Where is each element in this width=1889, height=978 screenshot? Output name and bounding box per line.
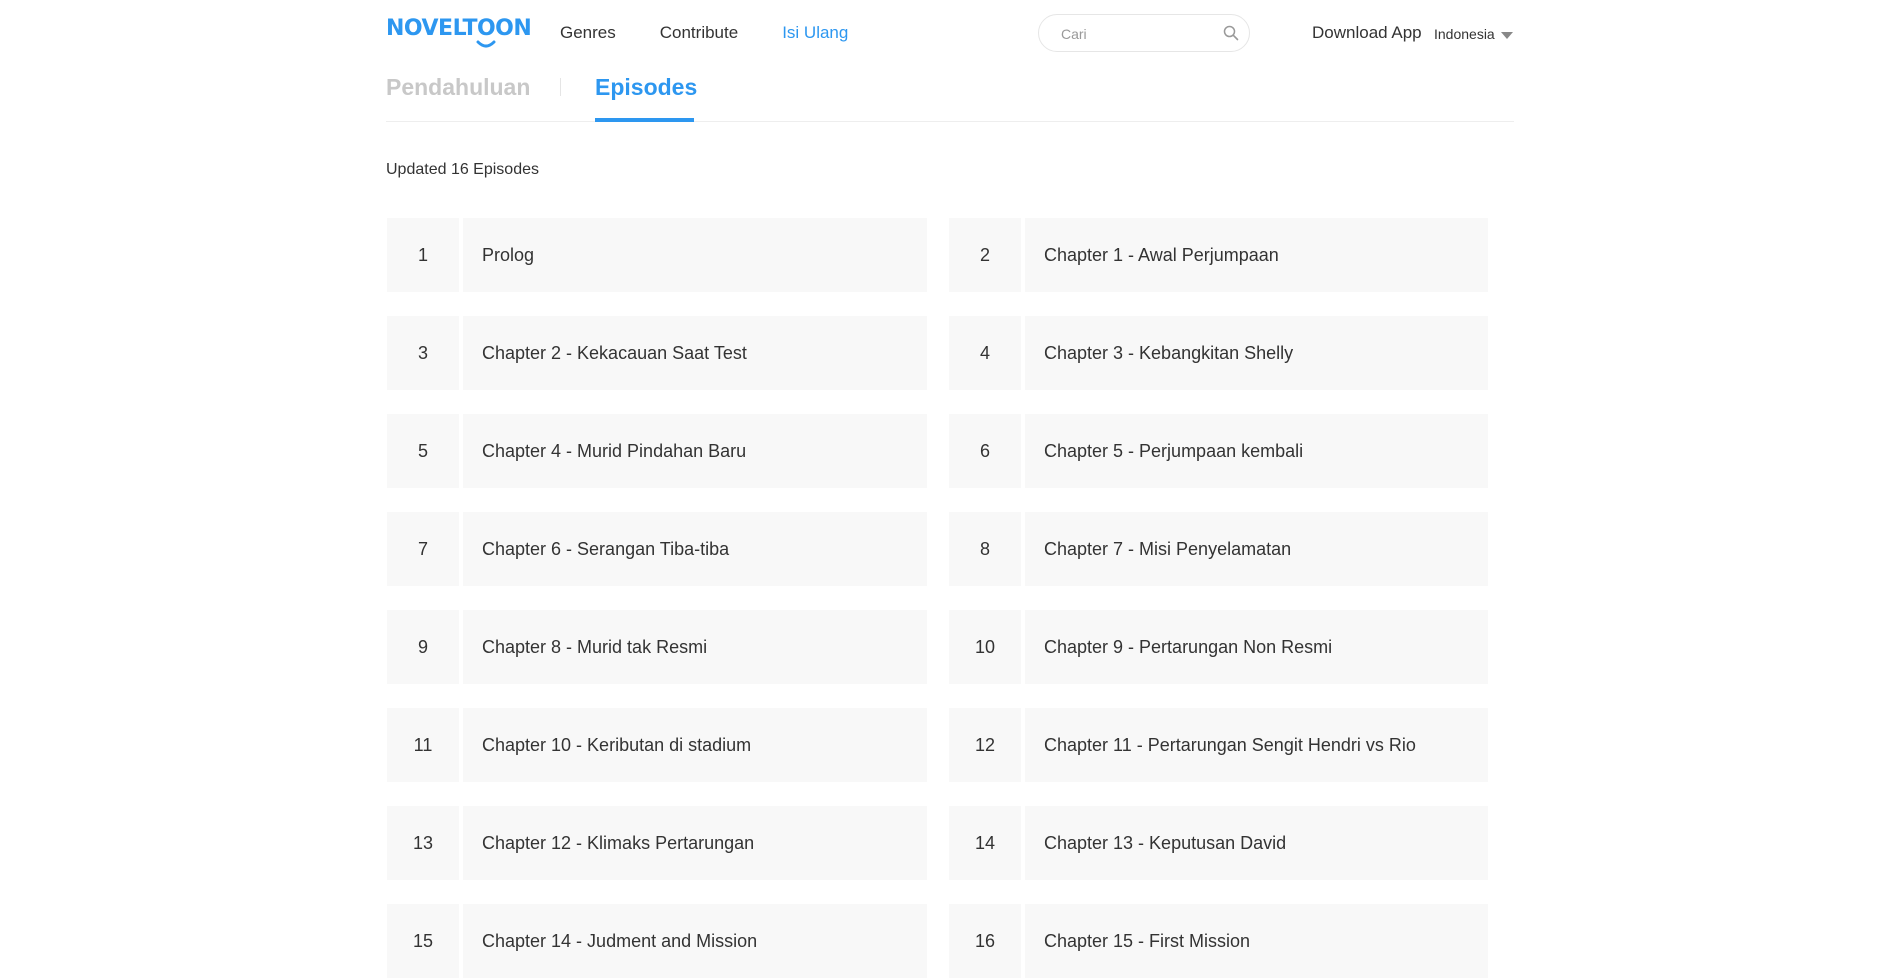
page-container: NOVELTOON Genres Contribute Isi Ulang Do… xyxy=(386,0,1514,978)
episode-item[interactable]: 9 Chapter 8 - Murid tak Resmi xyxy=(387,610,927,684)
nav-contribute[interactable]: Contribute xyxy=(660,22,738,44)
tab-pendahuluan[interactable]: Pendahuluan xyxy=(386,72,530,102)
episode-item[interactable]: 12 Chapter 11 - Pertarungan Sengit Hendri… xyxy=(949,708,1488,782)
episode-number: 13 xyxy=(387,806,459,880)
tab-divider xyxy=(560,78,561,96)
episode-title: Chapter 8 - Murid tak Resmi xyxy=(463,610,927,684)
logo-smile-icon xyxy=(476,40,496,48)
episode-title: Chapter 10 - Keributan di stadium xyxy=(463,708,927,782)
episode-number: 3 xyxy=(387,316,459,390)
episode-title: Chapter 6 - Serangan Tiba-tiba xyxy=(463,512,927,586)
episode-title: Chapter 2 - Kekacauan Saat Test xyxy=(463,316,927,390)
search-box xyxy=(1038,14,1250,52)
episode-title: Chapter 12 - Klimaks Pertarungan xyxy=(463,806,927,880)
main-nav: Genres Contribute Isi Ulang xyxy=(560,22,848,44)
episode-item[interactable]: 6 Chapter 5 - Perjumpaan kembali xyxy=(949,414,1488,488)
episode-number: 10 xyxy=(949,610,1021,684)
episode-number: 12 xyxy=(949,708,1021,782)
episode-item[interactable]: 14 Chapter 13 - Keputusan David xyxy=(949,806,1488,880)
episode-item[interactable]: 16 Chapter 15 - First Mission xyxy=(949,904,1488,978)
episode-item[interactable]: 10 Chapter 9 - Pertarungan Non Resmi xyxy=(949,610,1488,684)
episode-number: 11 xyxy=(387,708,459,782)
episode-item[interactable]: 11 Chapter 10 - Keributan di stadium xyxy=(387,708,927,782)
active-tab-indicator xyxy=(595,118,694,122)
episode-number: 6 xyxy=(949,414,1021,488)
logo-text: NOVELTOON xyxy=(386,16,532,41)
episode-number: 14 xyxy=(949,806,1021,880)
episode-title: Chapter 4 - Murid Pindahan Baru xyxy=(463,414,927,488)
episode-number: 4 xyxy=(949,316,1021,390)
nav-isi-ulang[interactable]: Isi Ulang xyxy=(782,22,848,44)
episode-number: 7 xyxy=(387,512,459,586)
episode-item[interactable]: 4 Chapter 3 - Kebangkitan Shelly xyxy=(949,316,1488,390)
episode-item[interactable]: 15 Chapter 14 - Judment and Mission xyxy=(387,904,927,978)
tab-episodes[interactable]: Episodes xyxy=(595,72,697,102)
episode-item[interactable]: 1 Prolog xyxy=(387,218,927,292)
search-icon[interactable] xyxy=(1223,25,1239,41)
episode-number: 16 xyxy=(949,904,1021,978)
episode-title: Chapter 11 - Pertarungan Sengit Hendri v… xyxy=(1025,708,1488,782)
episode-item[interactable]: 8 Chapter 7 - Misi Penyelamatan xyxy=(949,512,1488,586)
episode-title: Chapter 3 - Kebangkitan Shelly xyxy=(1025,316,1488,390)
episode-title: Prolog xyxy=(463,218,927,292)
episode-number: 15 xyxy=(387,904,459,978)
episode-number: 1 xyxy=(387,218,459,292)
episode-item[interactable]: 3 Chapter 2 - Kekacauan Saat Test xyxy=(387,316,927,390)
episode-title: Chapter 15 - First Mission xyxy=(1025,904,1488,978)
nav-genres[interactable]: Genres xyxy=(560,22,616,44)
episode-title: Chapter 5 - Perjumpaan kembali xyxy=(1025,414,1488,488)
episode-number: 8 xyxy=(949,512,1021,586)
chevron-down-icon xyxy=(1500,31,1513,39)
episode-item[interactable]: 13 Chapter 12 - Klimaks Pertarungan xyxy=(387,806,927,880)
top-header: NOVELTOON Genres Contribute Isi Ulang Do… xyxy=(386,0,1514,66)
episode-title: Chapter 9 - Pertarungan Non Resmi xyxy=(1025,610,1488,684)
language-selector[interactable]: Indonesia xyxy=(1434,24,1513,44)
episode-item[interactable]: 7 Chapter 6 - Serangan Tiba-tiba xyxy=(387,512,927,586)
noveltoon-logo[interactable]: NOVELTOON xyxy=(386,16,532,52)
episode-count-text: Updated 16 Episodes xyxy=(386,161,539,178)
episode-title: Chapter 14 - Judment and Mission xyxy=(463,904,927,978)
episode-number: 5 xyxy=(387,414,459,488)
download-app-link[interactable]: Download App xyxy=(1312,22,1422,44)
episode-title: Chapter 13 - Keputusan David xyxy=(1025,806,1488,880)
episode-item[interactable]: 2 Chapter 1 - Awal Perjumpaan xyxy=(949,218,1488,292)
episode-title: Chapter 7 - Misi Penyelamatan xyxy=(1025,512,1488,586)
search-input[interactable] xyxy=(1059,23,1213,45)
episode-number: 9 xyxy=(387,610,459,684)
episode-number: 2 xyxy=(949,218,1021,292)
episode-title: Chapter 1 - Awal Perjumpaan xyxy=(1025,218,1488,292)
episode-item[interactable]: 5 Chapter 4 - Murid Pindahan Baru xyxy=(387,414,927,488)
language-label: Indonesia xyxy=(1434,26,1495,42)
content-tabs: Pendahuluan Episodes xyxy=(386,66,1514,122)
